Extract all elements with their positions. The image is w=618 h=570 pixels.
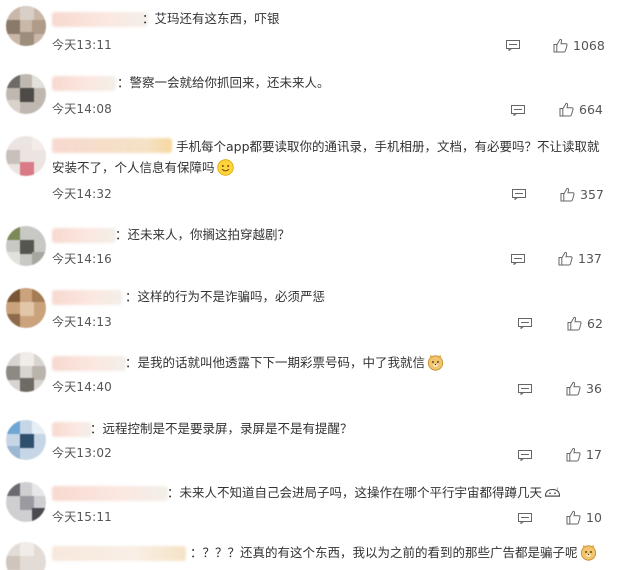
like-count: 10 bbox=[586, 510, 602, 525]
comment-icon[interactable] bbox=[518, 513, 532, 524]
thumbs-up-icon bbox=[567, 316, 582, 331]
avatar[interactable] bbox=[6, 420, 46, 460]
comment-text: ：艾玛还有这东西，吓银 bbox=[142, 11, 280, 26]
comment-text-content: ：是我的话就叫他透露下下一期彩票号码，中了我就信 bbox=[125, 355, 426, 370]
avatar[interactable] bbox=[6, 136, 46, 176]
comment-text: ：警察一会就给你抓回来，还未来人。 bbox=[117, 75, 330, 90]
thumbs-up-icon bbox=[559, 102, 574, 117]
comment-item: ：还未来人，你搁这拍穿越剧？ 今天14:16 137 bbox=[0, 216, 618, 280]
comment-icon[interactable] bbox=[511, 254, 525, 265]
thumbs-up-icon bbox=[566, 447, 581, 462]
comment-time: 今天14:13 bbox=[52, 315, 112, 329]
thumbs-up-icon bbox=[566, 381, 581, 396]
comment-icon[interactable] bbox=[506, 40, 520, 51]
comment-text: ：这样的行为不是诈骗吗，必须严惩 bbox=[125, 289, 326, 304]
comment-icon[interactable] bbox=[518, 318, 532, 329]
comment-text-content: ：未来人不知道自己会进局子吗，这操作在哪个平行宇宙都得蹲几天 bbox=[167, 485, 543, 500]
username-redacted[interactable] bbox=[52, 546, 186, 561]
comment-time: 今天14:32 bbox=[52, 187, 112, 201]
avatar[interactable] bbox=[6, 6, 46, 46]
like-count: 17 bbox=[586, 447, 602, 462]
comment-time: 今天14:40 bbox=[52, 380, 112, 394]
comment-time: 今天15:11 bbox=[52, 510, 112, 524]
comment-item: 手机每个app都要读取你的通讯录，手机相册，文档，有必要吗？不让读取就安装不了，… bbox=[0, 126, 618, 216]
avatar[interactable] bbox=[6, 288, 46, 328]
smile-emoji bbox=[216, 159, 234, 176]
like-count: 62 bbox=[587, 316, 603, 331]
username-redacted[interactable] bbox=[52, 76, 116, 91]
comment-icon[interactable] bbox=[518, 384, 532, 395]
avatar[interactable] bbox=[6, 482, 46, 522]
comment-item: ：？？？还真的有这个东西，我以为之前的看到的那些广告都是骗子呢 bbox=[0, 536, 618, 570]
comment-text: ：是我的话就叫他透露下下一期彩票号码，中了我就信 bbox=[125, 352, 444, 373]
comment-time: 今天14:08 bbox=[52, 102, 112, 116]
avatar[interactable] bbox=[6, 74, 46, 114]
thumbs-up-icon bbox=[558, 251, 573, 266]
comment-item: ：艾玛还有这东西，吓银 今天13:11 1068 bbox=[0, 0, 618, 64]
doge-emoji bbox=[580, 544, 596, 561]
comment-time: 今天14:16 bbox=[52, 252, 112, 266]
avatar[interactable] bbox=[6, 352, 46, 392]
comment-text: 手机每个app都要读取你的通讯录，手机相册，文档，有必要吗？不让读取就安装不了，… bbox=[52, 136, 612, 178]
comment-text: ：？？？还真的有这个东西，我以为之前的看到的那些广告都是骗子呢 bbox=[190, 542, 597, 563]
like-count: 357 bbox=[580, 187, 604, 202]
comment-text: ：未来人不知道自己会进局子吗，这操作在哪个平行宇宙都得蹲几天 bbox=[167, 482, 561, 503]
like-count: 1068 bbox=[573, 38, 605, 53]
comment-item: ：未来人不知道自己会进局子吗，这操作在哪个平行宇宙都得蹲几天 今天15:11 1… bbox=[0, 476, 618, 536]
comment-icon[interactable] bbox=[512, 189, 526, 200]
comment-item: ：是我的话就叫他透露下下一期彩票号码，中了我就信 今天14:40 36 bbox=[0, 344, 618, 410]
username-redacted[interactable] bbox=[52, 422, 92, 437]
comment-text: ：远程控制是不是要录屏，录屏是不是有提醒？ bbox=[90, 421, 353, 436]
avatar[interactable] bbox=[6, 542, 46, 570]
username-redacted[interactable] bbox=[52, 228, 116, 243]
comment-time: 今天13:11 bbox=[52, 38, 112, 52]
username-redacted[interactable] bbox=[52, 356, 126, 371]
username-redacted[interactable] bbox=[52, 12, 148, 27]
comment-time: 今天13:02 bbox=[52, 446, 112, 460]
sweat-emoji bbox=[545, 487, 561, 497]
doge-emoji bbox=[427, 354, 444, 371]
comment-icon[interactable] bbox=[511, 105, 525, 116]
username-redacted[interactable] bbox=[52, 486, 168, 501]
comment-text: ：还未来人，你搁这拍穿越剧？ bbox=[115, 227, 291, 242]
comment-item: ：远程控制是不是要录屏，录屏是不是有提醒？ 今天13:02 17 bbox=[0, 410, 618, 476]
like-count: 137 bbox=[578, 251, 602, 266]
comment-text-content: ：？？？还真的有这个东西，我以为之前的看到的那些广告都是骗子呢 bbox=[190, 545, 578, 560]
comment-item: ：警察一会就给你抓回来，还未来人。 今天14:08 664 bbox=[0, 64, 618, 126]
username-redacted[interactable] bbox=[52, 290, 122, 305]
thumbs-up-icon bbox=[566, 510, 581, 525]
comment-item: ：这样的行为不是诈骗吗，必须严惩 今天14:13 62 bbox=[0, 280, 618, 344]
comment-icon[interactable] bbox=[518, 450, 532, 461]
thumbs-up-icon bbox=[560, 187, 575, 202]
thumbs-up-icon bbox=[553, 38, 568, 53]
comment-text-content: 手机每个app都要读取你的通讯录，手机相册，文档，有必要吗？不让读取就安装不了，… bbox=[52, 139, 600, 175]
avatar[interactable] bbox=[6, 226, 46, 266]
like-count: 36 bbox=[586, 381, 602, 396]
like-count: 664 bbox=[579, 102, 603, 117]
